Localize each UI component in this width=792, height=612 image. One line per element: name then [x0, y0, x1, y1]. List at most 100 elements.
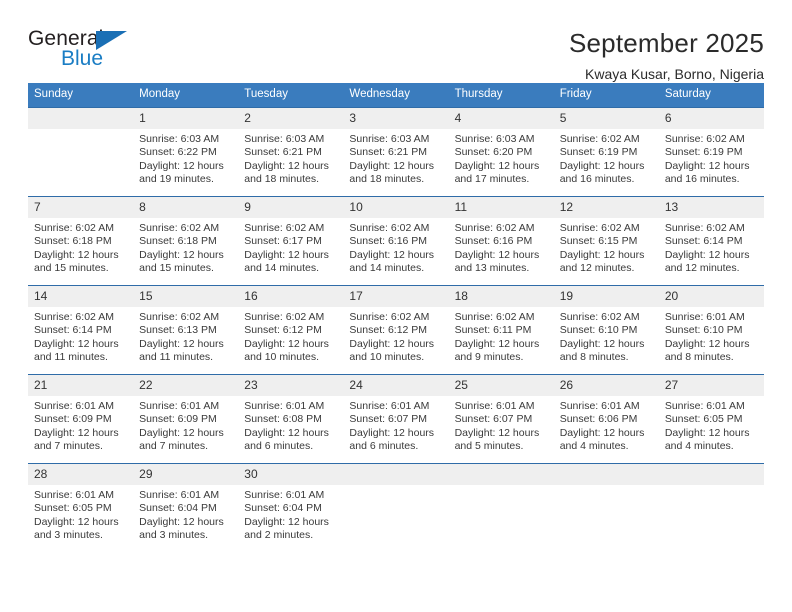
- calendar-day-cell[interactable]: 21 Sunrise: 6:01 AM Sunset: 6:09 PM Dayligh…: [28, 374, 134, 464]
- daylight-duration-line2: and 10 minutes.: [349, 350, 425, 363]
- calendar-day-cell[interactable]: 23 Sunrise: 6:01 AM Sunset: 6:08 PM Dayligh…: [238, 374, 344, 464]
- daylight-duration-line2: and 19 minutes.: [139, 172, 214, 185]
- calendar-day-cell[interactable]: 24 Sunrise: 6:01 AM Sunset: 6:07 PM Dayligh…: [343, 374, 449, 464]
- calendar-day-cell[interactable]: 12 Sunrise: 6:02 AM Sunset: 6:15 PM Dayligh…: [553, 196, 659, 286]
- day-details: Sunrise: 6:03 AM Sunset: 6:20 PM Daylight:…: [449, 129, 554, 186]
- sunset-time: Sunset: 6:13 PM: [139, 324, 217, 337]
- calendar-day-cell-empty: [448, 463, 554, 553]
- calendar-day-cell[interactable]: 29 Sunrise: 6:01 AM Sunset: 6:04 PM Dayligh…: [133, 463, 239, 553]
- sunset-time: Sunset: 6:19 PM: [559, 146, 638, 159]
- day-number: 14: [28, 286, 134, 307]
- sunrise-time: Sunrise: 6:03 AM: [349, 133, 430, 145]
- daylight-duration-line1: Daylight: 12 hours: [454, 248, 540, 261]
- month-calendar: Sunday Monday Tuesday Wednesday Thursday Frid…: [28, 83, 764, 553]
- day-number: [553, 464, 659, 485]
- calendar-day-cell[interactable]: 20 Sunrise: 6:01 AM Sunset: 6:10 PM Dayligh…: [658, 285, 764, 375]
- sunrise-time: Sunrise: 6:01 AM: [139, 489, 220, 501]
- sunrise-time: Sunrise: 6:01 AM: [664, 400, 745, 412]
- sunset-time: Sunset: 6:04 PM: [244, 502, 322, 515]
- sunrise-time: Sunrise: 6:02 AM: [349, 222, 430, 234]
- daylight-duration-line1: Daylight: 12 hours: [139, 337, 224, 350]
- day-details: Sunrise: 6:02 AM Sunset: 6:18 PM Daylight:…: [28, 218, 133, 275]
- calendar-day-cell[interactable]: 16 Sunrise: 6:02 AM Sunset: 6:12 PM Dayligh…: [238, 285, 344, 375]
- calendar-day-cell[interactable]: 8 Sunrise: 6:02 AM Sunset: 6:18 PM Daylight…: [133, 196, 239, 286]
- calendar-day-cell[interactable]: 2 Sunrise: 6:03 AM Sunset: 6:21 PM Daylight…: [238, 107, 344, 197]
- daylight-duration-line2: and 15 minutes.: [139, 261, 214, 274]
- daylight-duration-line1: Daylight: 12 hours: [559, 426, 645, 439]
- daylight-duration-line1: Daylight: 12 hours: [349, 159, 435, 172]
- calendar-day-cell[interactable]: 4 Sunrise: 6:03 AM Sunset: 6:20 PM Daylight…: [448, 107, 554, 197]
- calendar-day-cell[interactable]: 25 Sunrise: 6:01 AM Sunset: 6:07 PM Dayligh…: [448, 374, 554, 464]
- calendar-day-cell[interactable]: 28 Sunrise: 6:01 AM Sunset: 6:05 PM Dayligh…: [28, 463, 134, 553]
- day-number: 7: [28, 197, 134, 218]
- calendar-day-cell[interactable]: 22 Sunrise: 6:01 AM Sunset: 6:09 PM Dayligh…: [133, 374, 239, 464]
- calendar-day-cell[interactable]: 6 Sunrise: 6:02 AM Sunset: 6:19 PM Daylight…: [658, 107, 764, 197]
- daylight-duration-line2: and 10 minutes.: [244, 350, 319, 363]
- daylight-duration-line1: Daylight: 12 hours: [244, 159, 329, 172]
- daylight-duration-line2: and 18 minutes.: [349, 172, 425, 185]
- sunrise-time: Sunrise: 6:02 AM: [244, 311, 325, 323]
- calendar-day-cell[interactable]: 11 Sunrise: 6:02 AM Sunset: 6:16 PM Dayligh…: [448, 196, 554, 286]
- calendar-day-cell-empty: [553, 463, 659, 553]
- daylight-duration-line2: and 14 minutes.: [244, 261, 319, 274]
- calendar-day-cell[interactable]: 27 Sunrise: 6:01 AM Sunset: 6:05 PM Dayligh…: [658, 374, 764, 464]
- day-details: Sunrise: 6:01 AM Sunset: 6:04 PM Daylight:…: [133, 485, 238, 542]
- weekday-header-wednesday: Wednesday: [343, 83, 449, 108]
- daylight-duration-line2: and 3 minutes.: [34, 528, 103, 541]
- calendar-day-cell[interactable]: 30 Sunrise: 6:01 AM Sunset: 6:04 PM Dayligh…: [238, 463, 344, 553]
- weekday-header-monday: Monday: [133, 83, 239, 108]
- daylight-duration-line1: Daylight: 12 hours: [559, 159, 645, 172]
- calendar-day-cell[interactable]: 17 Sunrise: 6:02 AM Sunset: 6:12 PM Dayligh…: [343, 285, 449, 375]
- weekday-header-row: Sunday Monday Tuesday Wednesday Thursday Frid…: [28, 83, 764, 108]
- calendar-day-cell[interactable]: 7 Sunrise: 6:02 AM Sunset: 6:18 PM Daylight…: [28, 196, 134, 286]
- day-number: 9: [238, 197, 344, 218]
- sunrise-time: Sunrise: 6:02 AM: [454, 222, 535, 234]
- day-details: Sunrise: 6:02 AM Sunset: 6:12 PM Daylight:…: [238, 307, 343, 364]
- calendar-day-cell[interactable]: 10 Sunrise: 6:02 AM Sunset: 6:16 PM Dayligh…: [343, 196, 449, 286]
- day-number: 2: [238, 108, 344, 129]
- sunset-time: Sunset: 6:20 PM: [454, 146, 533, 159]
- sunset-time: Sunset: 6:04 PM: [139, 502, 217, 515]
- calendar-day-cell[interactable]: 19 Sunrise: 6:02 AM Sunset: 6:10 PM Dayligh…: [553, 285, 659, 375]
- daylight-duration-line2: and 6 minutes.: [349, 439, 419, 452]
- day-number: 10: [343, 197, 449, 218]
- day-number: 29: [133, 464, 239, 485]
- day-details: Sunrise: 6:02 AM Sunset: 6:16 PM Daylight:…: [343, 218, 448, 275]
- page-header: General Blue September 2025 Kwaya Kusar,…: [28, 0, 764, 83]
- calendar-day-cell[interactable]: 26 Sunrise: 6:01 AM Sunset: 6:06 PM Dayligh…: [553, 374, 659, 464]
- day-number: 24: [343, 375, 449, 396]
- sunrise-time: Sunrise: 6:01 AM: [244, 489, 325, 501]
- sunset-time: Sunset: 6:07 PM: [454, 413, 533, 426]
- sunset-time: Sunset: 6:05 PM: [34, 502, 112, 515]
- daylight-duration-line1: Daylight: 12 hours: [244, 248, 329, 261]
- daylight-duration-line1: Daylight: 12 hours: [559, 337, 645, 350]
- day-number: [343, 464, 449, 485]
- daylight-duration-line2: and 2 minutes.: [244, 528, 314, 541]
- sunrise-time: Sunrise: 6:03 AM: [244, 133, 325, 145]
- day-number: [448, 464, 554, 485]
- calendar-day-cell[interactable]: 5 Sunrise: 6:02 AM Sunset: 6:19 PM Daylight…: [553, 107, 659, 197]
- daylight-duration-line2: and 4 minutes.: [664, 439, 734, 452]
- daylight-duration-line1: Daylight: 12 hours: [454, 337, 540, 350]
- day-details: Sunrise: 6:01 AM Sunset: 6:06 PM Daylight:…: [554, 396, 659, 453]
- calendar-day-cell[interactable]: 1 Sunrise: 6:03 AM Sunset: 6:22 PM Daylight…: [133, 107, 239, 197]
- calendar-page: General Blue September 2025 Kwaya Kusar,…: [0, 0, 792, 612]
- calendar-day-cell-empty: [658, 463, 764, 553]
- calendar-day-cell[interactable]: 14 Sunrise: 6:02 AM Sunset: 6:14 PM Dayligh…: [28, 285, 134, 375]
- day-details: Sunrise: 6:02 AM Sunset: 6:13 PM Daylight:…: [133, 307, 238, 364]
- page-title: September 2025: [568, 28, 764, 58]
- general-blue-logo[interactable]: General Blue: [28, 28, 158, 74]
- triangle-icon: [96, 31, 127, 50]
- daylight-duration-line1: Daylight: 12 hours: [34, 515, 119, 528]
- calendar-day-cell[interactable]: 3 Sunrise: 6:03 AM Sunset: 6:21 PM Daylight…: [343, 107, 449, 197]
- daylight-duration-line1: Daylight: 12 hours: [664, 337, 750, 350]
- calendar-day-cell[interactable]: 15 Sunrise: 6:02 AM Sunset: 6:13 PM Dayligh…: [133, 285, 239, 375]
- day-details: Sunrise: 6:02 AM Sunset: 6:19 PM Daylight:…: [554, 129, 659, 186]
- calendar-day-cell[interactable]: 18 Sunrise: 6:02 AM Sunset: 6:11 PM Dayligh…: [448, 285, 554, 375]
- calendar-day-cell[interactable]: 13 Sunrise: 6:02 AM Sunset: 6:14 PM Dayligh…: [658, 196, 764, 286]
- day-details: Sunrise: 6:02 AM Sunset: 6:19 PM Daylight:…: [659, 129, 764, 186]
- calendar-day-cell[interactable]: 9 Sunrise: 6:02 AM Sunset: 6:17 PM Daylight…: [238, 196, 344, 286]
- day-number: 19: [553, 286, 659, 307]
- daylight-duration-line2: and 6 minutes.: [244, 439, 314, 452]
- daylight-duration-line2: and 15 minutes.: [34, 261, 109, 274]
